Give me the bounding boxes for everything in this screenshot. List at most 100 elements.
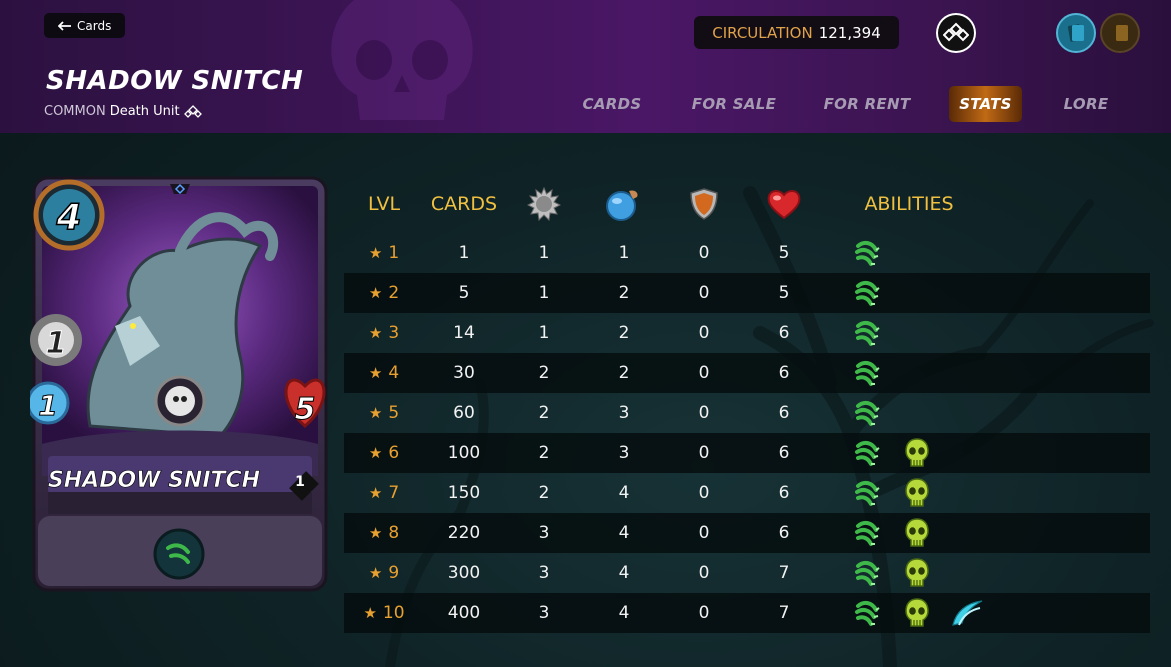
cell-attack: 3 — [538, 523, 550, 543]
level-value: 6 — [388, 443, 400, 463]
level-value: 1 — [388, 243, 400, 263]
card-stack-icon — [1067, 24, 1084, 42]
skull-icon[interactable] — [899, 473, 935, 513]
health-heart-icon — [744, 184, 824, 224]
skull-background-icon — [331, 0, 473, 120]
level-value: 10 — [382, 603, 405, 623]
level-value: 5 — [388, 403, 400, 423]
cell-speed: 2 — [618, 363, 630, 383]
skull-icon[interactable] — [899, 433, 935, 473]
claw-icon[interactable] — [849, 513, 885, 553]
star-icon: ★ — [368, 324, 383, 342]
tab-cards[interactable]: CARDS — [568, 86, 656, 122]
card-mana-value: 4 — [55, 197, 81, 238]
table-row: ★ 6 100 2 3 0 6 — [344, 433, 1150, 473]
table-row: ★ 8 220 3 4 0 6 — [344, 513, 1150, 553]
cell-speed: 2 — [618, 283, 630, 303]
cell-attack: 1 — [538, 283, 550, 303]
header-abilities: ABILITIES — [864, 193, 954, 215]
claw-icon[interactable] — [849, 593, 885, 633]
table-row: ★ 4 30 2 2 0 6 — [344, 353, 1150, 393]
card-level-value: 1 — [295, 474, 305, 490]
cell-cards: 1 — [458, 243, 470, 263]
card-health-value: 5 — [295, 392, 316, 427]
claw-icon[interactable] — [849, 473, 885, 513]
cell-cards: 30 — [453, 363, 475, 383]
cell-lvl: ★ 5 — [344, 393, 424, 433]
cell-cards: 150 — [447, 483, 481, 503]
claw-icon[interactable] — [849, 433, 885, 473]
cell-health: 6 — [778, 363, 790, 383]
cell-speed: 4 — [618, 483, 630, 503]
cell-armor: 0 — [698, 563, 710, 583]
card-name-label: SHADOW SNITCH — [48, 468, 260, 493]
claw-icon[interactable] — [849, 553, 885, 593]
table-row: ★ 10 400 3 4 0 7 — [344, 593, 1150, 633]
cell-armor: 0 — [698, 323, 710, 343]
claw-icon[interactable] — [849, 353, 885, 393]
tab-stats[interactable]: STATS — [949, 86, 1022, 122]
skull-icon[interactable] — [899, 553, 935, 593]
edition-filter-button[interactable] — [936, 13, 976, 53]
card-subtitle: COMMON Death Unit — [44, 104, 202, 119]
cell-lvl: ★ 6 — [344, 433, 424, 473]
tab-for-sale[interactable]: FOR SALE — [685, 86, 783, 122]
star-icon: ★ — [368, 364, 383, 382]
gold-foil-toggle[interactable] — [1100, 13, 1140, 53]
cell-armor: 0 — [698, 403, 710, 423]
level-value: 2 — [388, 283, 400, 303]
speed-icon — [584, 184, 664, 224]
cell-attack: 2 — [538, 363, 550, 383]
cell-health: 5 — [778, 283, 790, 303]
back-to-cards-button[interactable]: Cards — [44, 13, 126, 38]
back-button-label: Cards — [77, 18, 112, 33]
star-icon: ★ — [368, 444, 383, 462]
cell-health: 7 — [778, 603, 790, 623]
skull-icon[interactable] — [899, 513, 935, 553]
tab-for-rent[interactable]: FOR RENT — [818, 86, 916, 122]
rarity-label: COMMON — [44, 104, 106, 119]
cell-armor: 0 — [698, 363, 710, 383]
claw-icon[interactable] — [849, 393, 885, 433]
table-row: ★ 9 300 3 4 0 7 — [344, 553, 1150, 593]
cell-health: 6 — [778, 483, 790, 503]
card-artwork: 4 1 1 5 SHADOW SNITCH 1 — [30, 176, 328, 592]
cell-lvl: ★ 3 — [344, 313, 424, 353]
cell-attack: 2 — [538, 403, 550, 423]
cell-cards: 400 — [447, 603, 481, 623]
table-row: ★ 5 60 2 3 0 6 — [344, 393, 1150, 433]
claw-icon[interactable] — [849, 313, 885, 353]
page-title: SHADOW SNITCH — [46, 66, 304, 96]
cell-armor: 0 — [698, 443, 710, 463]
gold-card-stack-icon — [1111, 24, 1128, 42]
table-row: ★ 2 5 1 2 0 5 — [344, 273, 1150, 313]
star-icon: ★ — [368, 484, 383, 502]
star-icon: ★ — [368, 244, 383, 262]
cell-lvl: ★ 1 — [344, 233, 424, 273]
cell-health: 6 — [778, 323, 790, 343]
star-icon: ★ — [368, 524, 383, 542]
star-icon: ★ — [368, 284, 383, 302]
cell-speed: 3 — [618, 443, 630, 463]
cell-lvl: ★ 7 — [344, 473, 424, 513]
regular-foil-toggle[interactable] — [1056, 13, 1096, 53]
cell-speed: 4 — [618, 523, 630, 543]
claw-icon[interactable] — [849, 233, 885, 273]
claw-icon[interactable] — [849, 273, 885, 313]
header-bar: Cards SHADOW SNITCH COMMON Death Unit CI… — [0, 0, 1171, 133]
cell-cards: 60 — [453, 403, 475, 423]
cell-cards: 5 — [458, 283, 470, 303]
cell-lvl: ★ 9 — [344, 553, 424, 593]
skull-icon[interactable] — [899, 593, 935, 633]
cell-health: 7 — [778, 563, 790, 583]
header-lvl: LVL — [367, 193, 401, 215]
level-value: 4 — [388, 363, 400, 383]
cell-speed: 2 — [618, 323, 630, 343]
cell-attack: 2 — [538, 483, 550, 503]
armor-shield-icon — [664, 184, 744, 224]
tab-lore[interactable]: LORE — [1050, 86, 1122, 122]
scythe-icon[interactable] — [949, 593, 985, 633]
edition-emblem-icon — [938, 15, 974, 51]
cell-cards: 14 — [453, 323, 475, 343]
level-value: 9 — [388, 563, 400, 583]
